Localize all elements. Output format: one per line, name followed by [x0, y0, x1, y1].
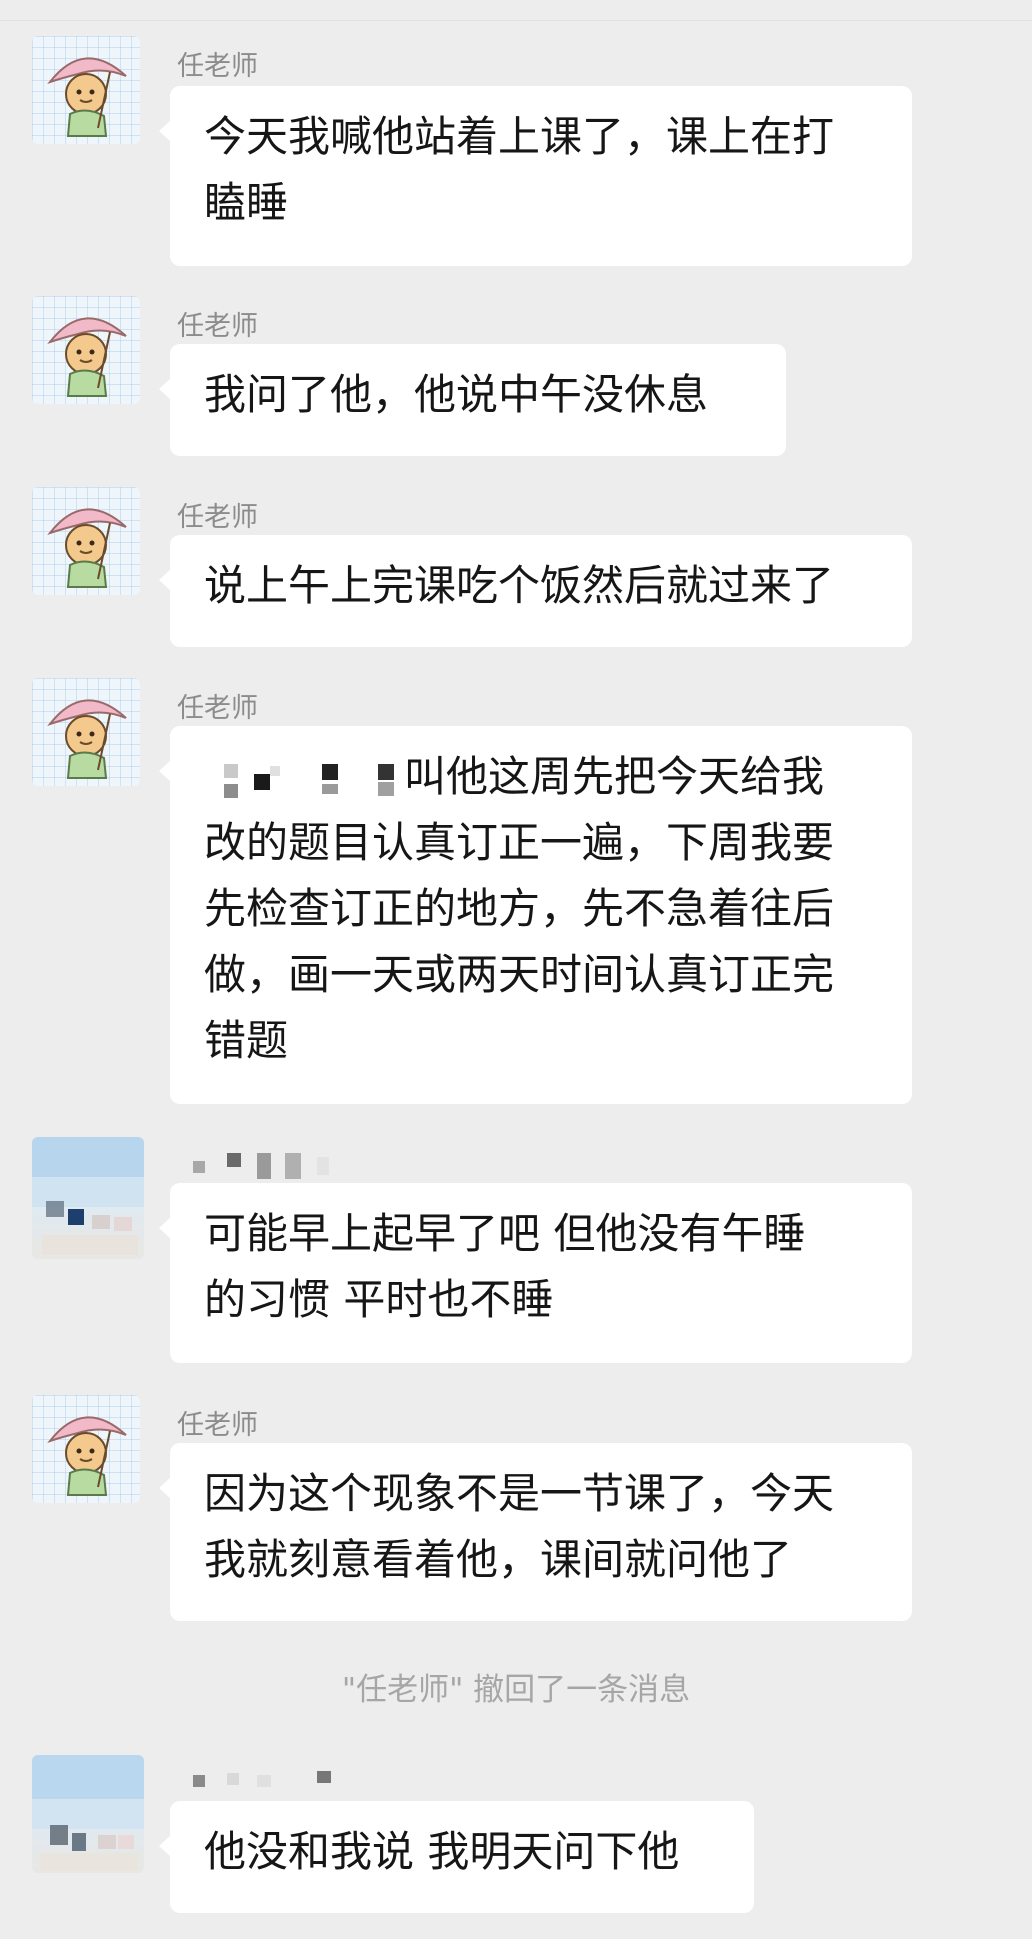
blurred-photo-avatar-icon: [32, 1137, 144, 1255]
avatar[interactable]: [32, 1755, 144, 1873]
message-text: 因为这个现象不是一节课了，今天: [204, 1469, 835, 1518]
cartoon-avatar-icon: [47, 57, 127, 137]
message-text: 叫他这周先把今天给我: [204, 744, 878, 810]
message-text: 瞌睡: [204, 178, 289, 227]
avatar[interactable]: [32, 1137, 144, 1259]
message-bubble[interactable]: 我问了他，他说中午没休息: [159, 344, 786, 456]
message-bubble[interactable]: 因为这个现象不是一节课了，今天 我就刻意看着他，课间就问他了: [159, 1443, 912, 1621]
message-text: 错题: [204, 1016, 289, 1065]
sender-name: 任老师: [177, 1410, 258, 1441]
cartoon-avatar-icon: [47, 699, 127, 779]
blurred-photo-avatar-icon: [32, 1755, 144, 1871]
recall-notice: "任老师" 撤回了一条消息: [341, 1672, 691, 1708]
message-text: 的习惯 平时也不睡: [204, 1275, 554, 1324]
message-text: 今天我喊他站着上课了，课上在打: [204, 112, 835, 161]
message-text: 他没和我说 我明天问下他: [204, 1827, 680, 1876]
redacted-mosaic: [204, 758, 404, 802]
message-bubble[interactable]: 说上午上完课吃个饭然后就过来了: [159, 535, 912, 647]
message-bubble[interactable]: 叫他这周先把今天给我 改的题目认真订正一遍，下周我要 先检查订正的地方，先不急着…: [159, 726, 912, 1104]
cartoon-avatar-icon: [47, 317, 127, 397]
message-bubble[interactable]: 他没和我说 我明天问下他: [159, 1801, 754, 1913]
message-bubble[interactable]: 可能早上起早了吧 但他没有午睡 的习惯 平时也不睡: [159, 1183, 912, 1363]
avatar[interactable]: [32, 678, 140, 786]
message-text: 改的题目认真订正一遍，下周我要: [204, 818, 835, 867]
message-text: 我问了他，他说中午没休息: [204, 370, 709, 419]
sender-name: 任老师: [177, 502, 258, 533]
cartoon-avatar-icon: [47, 1416, 127, 1496]
top-divider: [0, 20, 1032, 21]
message-text: 说上午上完课吃个饭然后就过来了: [204, 561, 835, 610]
avatar[interactable]: [32, 487, 140, 595]
sender-name: 任老师: [177, 311, 258, 342]
avatar[interactable]: [32, 1395, 140, 1503]
sender-name-redacted: [177, 1755, 337, 1795]
sender-name: 任老师: [177, 51, 258, 82]
message-text: 我就刻意看着他，课间就问他了: [204, 1535, 793, 1584]
sender-name-redacted: [177, 1143, 337, 1183]
sender-name: 任老师: [177, 693, 258, 724]
cartoon-avatar-icon: [47, 508, 127, 588]
avatar[interactable]: [32, 296, 140, 404]
message-text: 先检查订正的地方，先不急着往后: [204, 884, 835, 933]
message-bubble[interactable]: 今天我喊他站着上课了，课上在打 瞌睡: [159, 86, 912, 266]
avatar[interactable]: [32, 36, 140, 144]
message-text-partial: 叫他这周先把今天给我: [404, 752, 825, 801]
message-text: 可能早上起早了吧 但他没有午睡: [204, 1209, 806, 1258]
message-text: 做，画一天或两天时间认真订正完: [204, 950, 835, 999]
